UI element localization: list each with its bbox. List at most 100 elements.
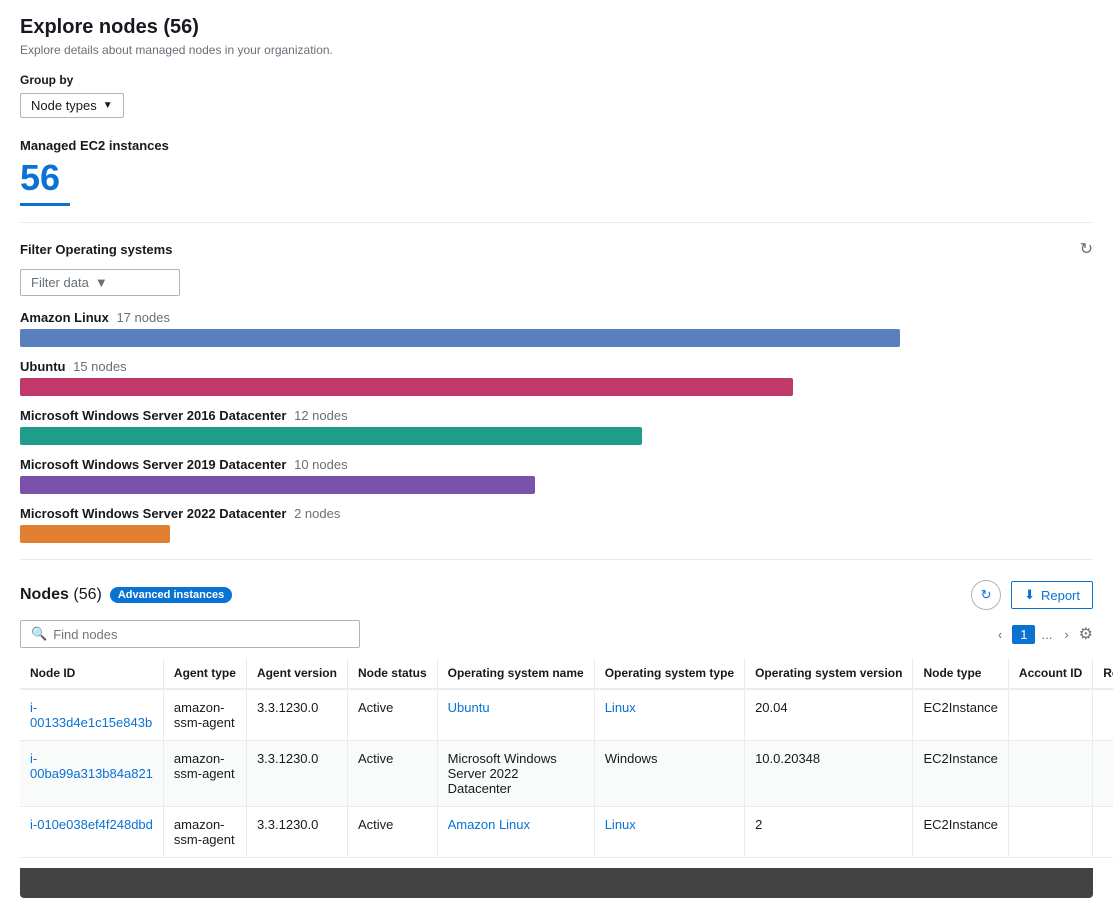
cell-agent-version: 3.3.1230.0: [246, 741, 347, 807]
cell-node-type: EC2Instance: [913, 807, 1008, 858]
cell-os-version: 10.0.20348: [745, 741, 913, 807]
col-os-version: Operating system version: [745, 658, 913, 689]
page-title: Explore nodes (56): [20, 16, 1093, 39]
cell-account-id: [1008, 807, 1092, 858]
chevron-down-icon: ▼: [95, 275, 108, 290]
node-id-link[interactable]: i-00ba99a313b84a821: [30, 751, 153, 781]
os-bar: [20, 525, 170, 543]
os-count-label: 10 nodes: [294, 457, 348, 472]
os-name-label: Microsoft Windows Server 2016 Datacenter…: [20, 408, 1093, 423]
os-name-label: Microsoft Windows Server 2022 Datacenter…: [20, 506, 1093, 521]
cell-node-status: Active: [347, 689, 437, 741]
cell-os-name: Ubuntu: [437, 689, 594, 741]
advanced-instances-badge: Advanced instances: [110, 587, 232, 603]
cell-os-name: Amazon Linux: [437, 807, 594, 858]
group-by-section: Group by Node types ▼: [20, 73, 1093, 118]
os-bar: [20, 427, 642, 445]
search-bar-row: 🔍 ‹ 1 ... › ⚙: [20, 620, 1093, 648]
col-os-type: Operating system type: [594, 658, 744, 689]
os-bar: [20, 329, 900, 347]
cell-account-id: [1008, 741, 1092, 807]
col-agent-type: Agent type: [163, 658, 246, 689]
managed-ec2-label: Managed EC2 instances: [20, 138, 1093, 153]
col-account-id: Account ID: [1008, 658, 1092, 689]
search-icon: 🔍: [31, 626, 47, 642]
col-agent-version: Agent version: [246, 658, 347, 689]
os-name-label: Microsoft Windows Server 2019 Datacenter…: [20, 457, 1093, 472]
page-1-button[interactable]: 1: [1012, 625, 1035, 644]
os-count-label: 17 nodes: [116, 310, 170, 325]
search-input-wrap: 🔍: [20, 620, 360, 648]
os-name-label: Ubuntu 15 nodes: [20, 359, 1093, 374]
settings-icon[interactable]: ⚙: [1079, 624, 1093, 644]
cell-region: [1093, 807, 1113, 858]
group-by-value: Node types: [31, 98, 97, 113]
os-count-label: 15 nodes: [73, 359, 127, 374]
nodes-section: Nodes (56) Advanced instances ↻ ⬇ Report…: [20, 580, 1093, 858]
cell-node-status: Active: [347, 741, 437, 807]
download-icon: ⬇: [1024, 587, 1035, 603]
os-bar: [20, 476, 535, 494]
page-dots: ...: [1039, 627, 1054, 642]
cell-node-id: i-00ba99a313b84a821: [20, 741, 163, 807]
cell-os-version: 20.04: [745, 689, 913, 741]
pagination: ‹ 1 ... › ⚙: [992, 624, 1093, 644]
cell-node-id: i-010e038ef4f248dbd: [20, 807, 163, 858]
cell-node-status: Active: [347, 807, 437, 858]
cell-region: [1093, 741, 1113, 807]
cell-agent-type: amazon-ssm-agent: [163, 741, 246, 807]
node-id-link[interactable]: i-010e038ef4f248dbd: [30, 817, 153, 832]
cell-region: [1093, 689, 1113, 741]
cell-os-type: Linux: [594, 807, 744, 858]
cell-agent-type: amazon-ssm-agent: [163, 807, 246, 858]
section-divider: [20, 222, 1093, 223]
cell-os-type: Linux: [594, 689, 744, 741]
table-row: i-00133d4e1c15e843b amazon-ssm-agent 3.3…: [20, 689, 1113, 741]
col-node-status: Node status: [347, 658, 437, 689]
col-os-name: Operating system name: [437, 658, 594, 689]
nodes-title: Nodes (56): [20, 586, 102, 604]
col-node-type: Node type: [913, 658, 1008, 689]
cell-os-type: Windows: [594, 741, 744, 807]
next-page-button[interactable]: ›: [1058, 625, 1074, 644]
filter-section: Filter Operating systems ↻ Filter data ▼…: [20, 239, 1093, 543]
node-id-link[interactable]: i-00133d4e1c15e843b: [30, 700, 152, 730]
bottom-decoration: [20, 868, 1093, 898]
os-bar-item: Microsoft Windows Server 2019 Datacenter…: [20, 457, 1093, 494]
group-by-dropdown[interactable]: Node types ▼: [20, 93, 124, 118]
os-name-label: Amazon Linux 17 nodes: [20, 310, 1093, 325]
os-bar-item: Microsoft Windows Server 2022 Datacenter…: [20, 506, 1093, 543]
search-input[interactable]: [53, 627, 349, 642]
prev-page-button[interactable]: ‹: [992, 625, 1008, 644]
nodes-header: Nodes (56) Advanced instances ↻ ⬇ Report: [20, 580, 1093, 610]
os-count-label: 2 nodes: [294, 506, 340, 521]
col-region: Region: [1093, 658, 1113, 689]
report-button[interactable]: ⬇ Report: [1011, 581, 1093, 609]
cell-account-id: [1008, 689, 1092, 741]
managed-ec2-section: Managed EC2 instances 56: [20, 138, 1093, 206]
managed-ec2-count: 56: [20, 157, 1093, 199]
header-actions: ↻ ⬇ Report: [971, 580, 1093, 610]
filter-dropdown[interactable]: Filter data ▼: [20, 269, 180, 296]
filter-label: Filter Operating systems: [20, 242, 172, 257]
col-node-id: Node ID: [20, 658, 163, 689]
cell-os-name: Microsoft Windows Server 2022 Datacenter: [437, 741, 594, 807]
refresh-icon[interactable]: ↻: [1080, 239, 1093, 259]
cell-os-version: 2: [745, 807, 913, 858]
filter-placeholder: Filter data: [31, 275, 89, 290]
refresh-nodes-button[interactable]: ↻: [971, 580, 1001, 610]
cell-agent-version: 3.3.1230.0: [246, 689, 347, 741]
cell-agent-type: amazon-ssm-agent: [163, 689, 246, 741]
os-count-label: 12 nodes: [294, 408, 348, 423]
page-header: Explore nodes (56) Explore details about…: [20, 16, 1093, 57]
os-bar-item: Microsoft Windows Server 2016 Datacenter…: [20, 408, 1093, 445]
os-bar-section: Amazon Linux 17 nodes Ubuntu 15 nodes Mi…: [20, 310, 1093, 543]
group-by-label: Group by: [20, 73, 1093, 87]
cell-node-type: EC2Instance: [913, 741, 1008, 807]
filter-header: Filter Operating systems ↻: [20, 239, 1093, 259]
cell-node-type: EC2Instance: [913, 689, 1008, 741]
cell-agent-version: 3.3.1230.0: [246, 807, 347, 858]
os-bar: [20, 378, 793, 396]
page-subtitle: Explore details about managed nodes in y…: [20, 43, 1093, 57]
cell-node-id: i-00133d4e1c15e843b: [20, 689, 163, 741]
